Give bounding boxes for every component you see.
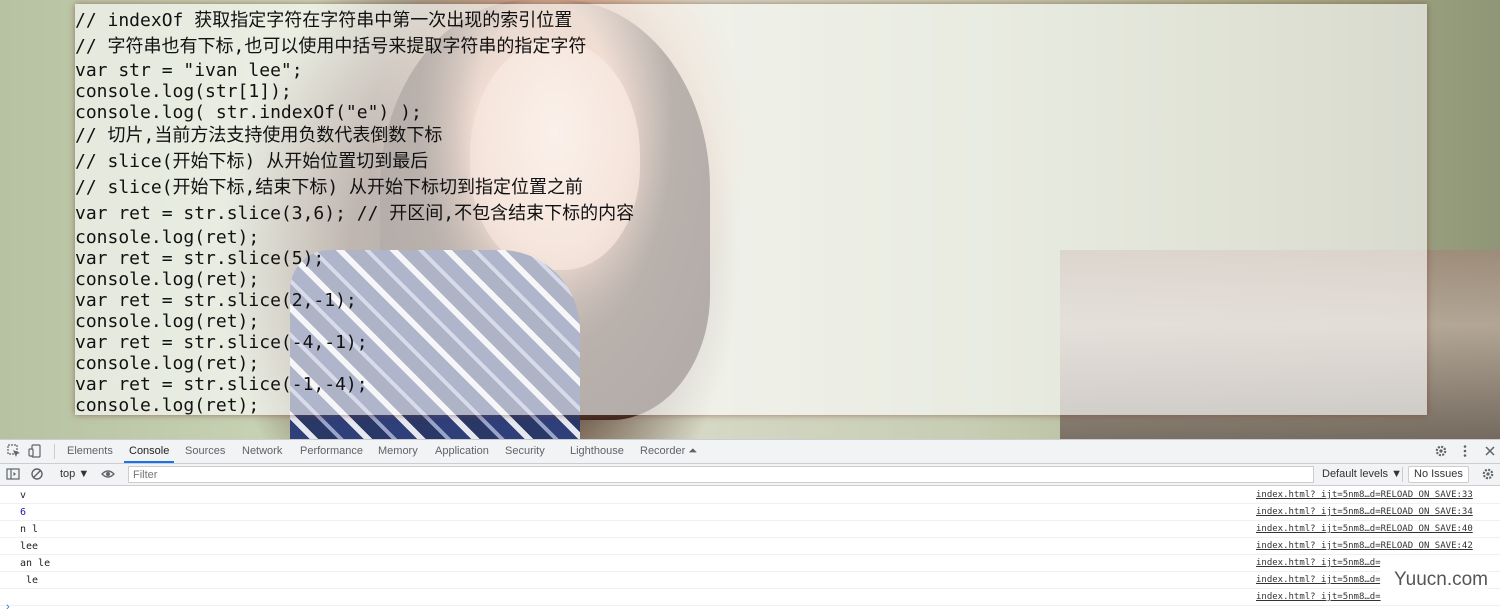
code-line: var ret = str.slice(-1,-4); (75, 374, 368, 395)
device-toggle-icon[interactable] (28, 444, 42, 458)
console-message-row: v index.html?_ijt=5nm8…d=RELOAD_ON_SAVE:… (0, 487, 1500, 504)
devtools-tabbar: Elements Console Sources Network Perform… (0, 440, 1500, 464)
tab-lighthouse[interactable]: Lighthouse (570, 440, 624, 463)
console-toolbar: top ▼ Default levels ▼ No Issues (0, 464, 1500, 486)
console-message-row: an le index.html?_ijt=5nm8…d= (0, 555, 1500, 572)
code-line: var ret = str.slice(3,6); // 开区间,不包含结束下标… (75, 203, 635, 224)
source-link[interactable]: index.html?_ijt=5nm8…d=RELOAD_ON_SAVE:33 (1256, 488, 1473, 503)
watermark: Yuucn.com (1380, 563, 1488, 597)
console-message: n l (20, 524, 39, 535)
console-message-row: lee index.html?_ijt=5nm8…d=RELOAD_ON_SAV… (0, 538, 1500, 555)
issues-button[interactable]: No Issues (1408, 466, 1469, 483)
console-message-row: 6 index.html?_ijt=5nm8…d=RELOAD_ON_SAVE:… (0, 504, 1500, 521)
code-line: var ret = str.slice(5); (75, 248, 325, 269)
code-line: console.log(ret); (75, 353, 260, 374)
code-line: // 切片,当前方法支持使用负数代表倒数下标 (75, 125, 443, 146)
code-panel: // indexOf 获取指定字符在字符串中第一次出现的索引位置 // 字符串也… (75, 4, 1427, 416)
code-line: console.log( str.indexOf("e") ); (75, 102, 422, 123)
log-levels-select[interactable]: Default levels ▼ (1322, 464, 1402, 485)
console-message-row: n l index.html?_ijt=5nm8…d=RELOAD_ON_SAV… (0, 521, 1500, 538)
code-line: // indexOf 获取指定字符在字符串中第一次出现的索引位置 (75, 10, 573, 31)
tab-application[interactable]: Application (435, 440, 489, 463)
tab-memory[interactable]: Memory (378, 440, 418, 463)
source-link[interactable]: index.html?_ijt=5nm8…d= (1256, 573, 1381, 588)
tab-network[interactable]: Network (242, 440, 282, 463)
clear-console-icon[interactable] (30, 467, 44, 481)
code-line: // slice(开始下标,结束下标) 从开始下标切到指定位置之前 (75, 177, 584, 198)
toolbar-divider (54, 444, 55, 459)
source-link[interactable]: index.html?_ijt=5nm8…d=RELOAD_ON_SAVE:34 (1256, 505, 1473, 520)
console-message: v (20, 490, 27, 501)
more-vertical-icon[interactable] (1458, 444, 1472, 458)
console-prompt[interactable]: › (6, 601, 10, 613)
tab-sources[interactable]: Sources (185, 440, 225, 463)
code-line: console.log(ret); (75, 227, 260, 248)
source-link[interactable]: index.html?_ijt=5nm8…d= (1256, 590, 1381, 605)
console-settings-icon[interactable] (1481, 467, 1495, 481)
console-message-row: index.html?_ijt=5nm8…d= (0, 589, 1500, 606)
code-line: // 字符串也有下标,也可以使用中括号来提取字符串的指定字符 (75, 36, 587, 57)
toolbar-divider (1402, 467, 1403, 482)
tab-elements[interactable]: Elements (67, 440, 113, 463)
source-link[interactable]: index.html?_ijt=5nm8…d= (1256, 556, 1381, 571)
inspect-icon[interactable] (7, 444, 21, 458)
close-icon[interactable] (1483, 444, 1497, 458)
code-line: var str = "ivan lee"; (75, 60, 303, 81)
code-line: console.log(ret); (75, 395, 260, 416)
console-message-row: le index.html?_ijt=5nm8…d= (0, 572, 1500, 589)
filter-input[interactable] (128, 466, 1314, 483)
code-line: var ret = str.slice(2,-1); (75, 290, 357, 311)
tab-security[interactable]: Security (505, 440, 545, 463)
tab-recorder[interactable]: Recorder ⏶ (640, 440, 697, 463)
code-line: console.log(str[1]); (75, 81, 292, 102)
code-line: var ret = str.slice(-4,-1); (75, 332, 368, 353)
code-line: console.log(ret); (75, 269, 260, 290)
devtools-panel: Elements Console Sources Network Perform… (0, 439, 1500, 613)
console-message: 6 (20, 507, 27, 518)
code-line: console.log(ret); (75, 311, 260, 332)
console-message: lee (20, 541, 39, 552)
gear-icon[interactable] (1434, 444, 1448, 458)
tab-console[interactable]: Console (124, 440, 175, 463)
tab-performance[interactable]: Performance (300, 440, 363, 463)
page-viewport: // indexOf 获取指定字符在字符串中第一次出现的索引位置 // 字符串也… (0, 0, 1500, 439)
source-link[interactable]: index.html?_ijt=5nm8…d=RELOAD_ON_SAVE:40 (1256, 522, 1473, 537)
console-message: le (20, 575, 39, 586)
console-message: an le (20, 558, 51, 569)
context-select[interactable]: top ▼ (60, 464, 89, 485)
code-line: // slice(开始下标) 从开始位置切到最后 (75, 151, 429, 172)
eye-icon[interactable] (101, 467, 115, 481)
code-lines: // indexOf 获取指定字符在字符串中第一次出现的索引位置 // 字符串也… (75, 8, 634, 416)
sidebar-toggle-icon[interactable] (6, 467, 20, 481)
console-log: v index.html?_ijt=5nm8…d=RELOAD_ON_SAVE:… (0, 487, 1500, 606)
source-link[interactable]: index.html?_ijt=5nm8…d=RELOAD_ON_SAVE:42 (1256, 539, 1473, 554)
